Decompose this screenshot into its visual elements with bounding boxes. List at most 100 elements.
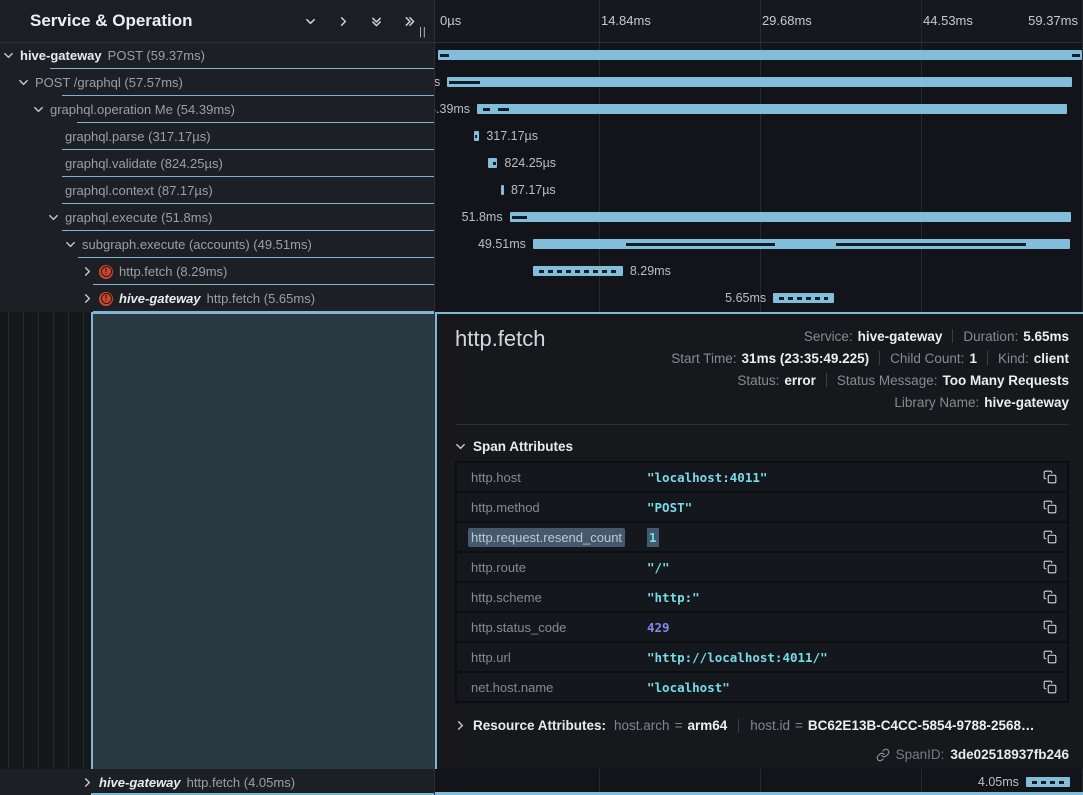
axis-tick-label: 59.37ms [1028,13,1078,28]
bar-duration-label: 4.05ms [819,775,1019,789]
attribute-key: http.url [471,650,647,665]
attribute-value: "http://localhost:4011/" [647,650,828,665]
copy-icon[interactable] [1041,618,1059,636]
attribute-value: "http:" [647,590,700,605]
chevron-down-icon[interactable] [32,104,44,116]
copy-icon[interactable] [1041,528,1059,546]
meta-value: Too Many Requests [942,373,1069,388]
meta-label: Status: [737,373,779,388]
timeline-panel: 0µs14.84ms29.68ms44.53ms59.37ms 59.37ms5… [434,0,1083,795]
chevron-down-icon[interactable] [300,11,320,31]
span-duration-bar[interactable] [488,158,497,168]
meta-value: 5.65ms [1023,329,1069,344]
span-duration-bar[interactable] [438,50,1082,60]
axis-tick-label: 29.68ms [762,13,812,28]
resource-divider [738,719,739,733]
tree-row[interactable]: hive-gatewayPOST (59.37ms) [0,42,434,69]
meta-label: Duration: [963,329,1018,344]
timeline-row: 54.39ms [435,96,1083,123]
span-service-name: hive-gateway [99,775,181,790]
span-operation-label: graphql.context (87.17µs) [65,183,213,198]
chevron-down-icon[interactable] [47,212,59,224]
link-icon[interactable] [876,748,890,762]
attribute-key: http.host [471,470,647,485]
span-duration-bar[interactable] [773,293,834,303]
child-span-dashes [779,297,828,300]
tree-row[interactable]: http.fetch (8.29ms) [0,258,434,285]
span-duration-bar[interactable] [510,212,1072,222]
attribute-row[interactable]: http.scheme"http:" [457,583,1067,611]
attribute-row[interactable]: http.url"http://localhost:4011/" [457,643,1067,671]
attribute-row[interactable]: http.method"POST" [457,493,1067,521]
span-duration-bar[interactable] [1026,777,1070,787]
copy-icon[interactable] [1041,498,1059,516]
attribute-row[interactable]: http.route"/" [457,553,1067,581]
span-operation-label: graphql.operation Me (54.39ms) [50,102,235,117]
attribute-value: 429 [647,620,670,635]
tree-row[interactable]: subgraph.execute (accounts) (49.51ms) [0,231,434,258]
attribute-key: net.host.name [471,680,647,695]
chevron-down-icon[interactable] [2,50,14,62]
timeline-bars: 59.37ms57.57ms54.39ms317.17µs824.25µs87.… [435,42,1083,312]
attribute-row[interactable]: net.host.name"localhost" [457,673,1067,701]
span-operation-label: graphql.parse (317.17µs) [65,129,211,144]
chevron-right-icon[interactable] [333,11,353,31]
span-duration-bar[interactable] [474,131,479,141]
tree-row[interactable]: graphql.parse (317.17µs) [0,123,434,150]
span-duration-bar[interactable] [533,239,1070,249]
chevron-down-icon[interactable] [64,239,76,251]
timeline-row: 5.65ms [435,285,1083,312]
span-attributes-header[interactable]: Span Attributes [455,439,573,454]
meta-divider [952,329,953,343]
attribute-row[interactable]: http.status_code429 [457,613,1067,641]
panel-resize-handle[interactable]: || [419,26,427,38]
meta-divider [879,351,880,365]
chevron-right-icon[interactable] [81,266,93,278]
bar-duration-label: 57.57ms [435,75,440,89]
span-operation-label: http.fetch (5.65ms) [207,291,315,306]
span-operation-label: http.fetch (4.05ms) [187,775,295,790]
resource-key: host.id [750,718,790,733]
tree-row[interactable]: POST /graphql (57.57ms) [0,69,434,96]
copy-icon[interactable] [1041,588,1059,606]
meta-divider [826,373,827,387]
tree-row[interactable]: graphql.context (87.17µs) [0,177,434,204]
meta-value: hive-gateway [858,329,943,344]
span-operation-label: POST (59.37ms) [108,48,205,63]
tree-row[interactable]: graphql.validate (824.25µs) [0,150,434,177]
timeline-row: 49.51ms [435,231,1083,258]
copy-icon[interactable] [1041,648,1059,666]
attribute-key: http.method [471,500,647,515]
attribute-value: "/" [647,560,670,575]
copy-icon[interactable] [1041,468,1059,486]
copy-icon[interactable] [1041,558,1059,576]
span-duration-bar[interactable] [477,104,1067,114]
span-id-row: SpanID: 3de02518937fb246 [876,747,1069,762]
child-span-tick [836,243,1026,246]
child-span-tick [440,54,449,57]
panel-title: Service & Operation [30,0,193,41]
selected-span-region[interactable] [91,312,434,769]
span-meta: Service:hive-gatewayDuration:5.65msStart… [671,325,1069,413]
resource-attributes-row[interactable]: Resource Attributes: host.arch=arm64host… [455,718,1069,733]
chevron-right-icon[interactable] [81,293,93,305]
error-icon [99,292,113,306]
tree-row[interactable]: graphql.operation Me (54.39ms) [0,96,434,123]
chevrons-right-icon[interactable] [399,11,419,31]
meta-label: Child Count: [890,351,964,366]
meta-divider [987,351,988,365]
meta-value: hive-gateway [984,395,1069,410]
attribute-row[interactable]: http.host"localhost:4011" [457,463,1067,491]
attribute-row[interactable]: http.request.resend_count1 [457,523,1067,551]
chevrons-down-icon[interactable] [366,11,386,31]
tree-row[interactable]: graphql.execute (51.8ms) [0,204,434,231]
tree-row-bottom[interactable]: hive-gateway http.fetch (4.05ms) [0,769,434,795]
copy-icon[interactable] [1041,678,1059,696]
chevron-down-icon[interactable] [17,77,29,89]
chevron-right-icon[interactable] [81,776,93,788]
tree-row[interactable]: hive-gatewayhttp.fetch (5.65ms) [0,285,434,312]
span-duration-bar[interactable] [533,266,623,276]
span-duration-bar[interactable] [447,77,1071,87]
chevron-right-icon [455,720,466,731]
span-duration-bar[interactable] [501,185,504,195]
